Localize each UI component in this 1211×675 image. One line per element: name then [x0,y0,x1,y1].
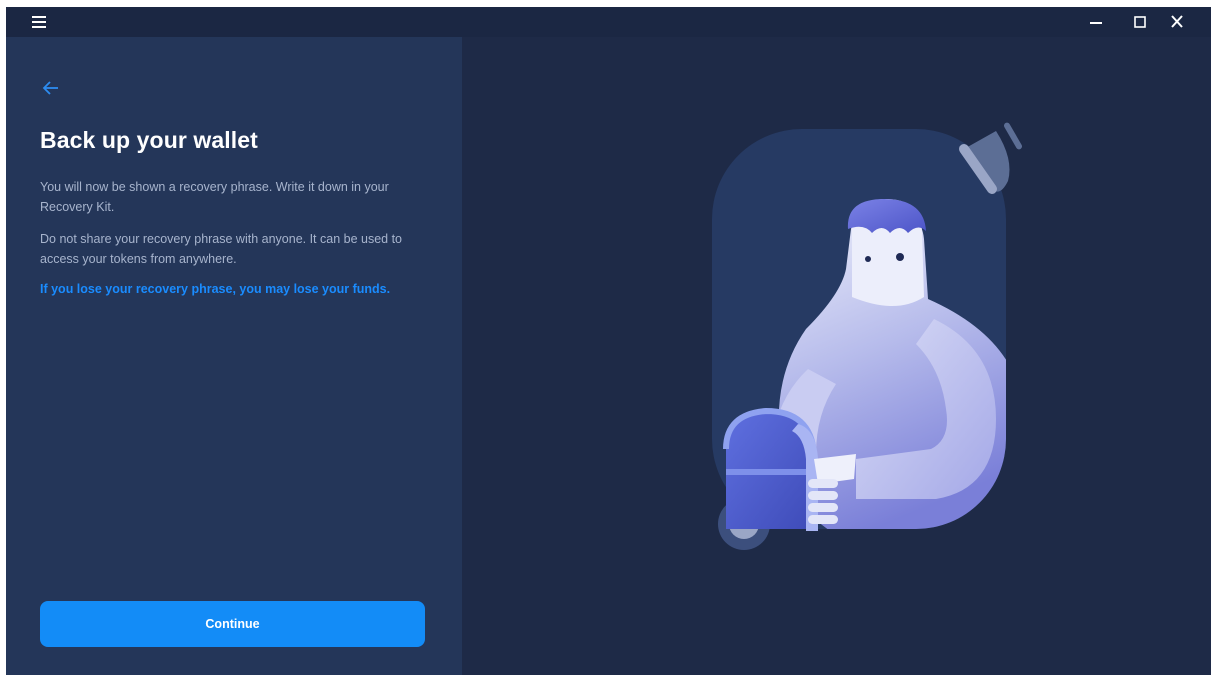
sharing-warning-info: Do not share your recovery phrase with a… [40,232,403,266]
funds-warning: If you lose your recovery phrase, you ma… [40,282,391,296]
minimize-icon[interactable] [1084,11,1108,33]
character-holding-chest-icon [712,122,1022,550]
continue-button[interactable]: Continue [40,601,425,647]
close-icon[interactable] [1165,11,1189,33]
back-button[interactable] [40,77,62,99]
page-title: Back up your wallet [40,127,258,153]
recovery-phrase-info: You will now be shown a recovery phrase.… [40,180,389,214]
arrow-left-icon [42,81,58,95]
title-bar [6,7,1211,37]
backup-panel: Back up your wallet You will now be show… [6,37,462,675]
app-window: Back up your wallet You will now be show… [6,7,1211,675]
hamburger-menu-icon[interactable] [30,13,48,31]
maximize-icon[interactable] [1128,11,1152,33]
